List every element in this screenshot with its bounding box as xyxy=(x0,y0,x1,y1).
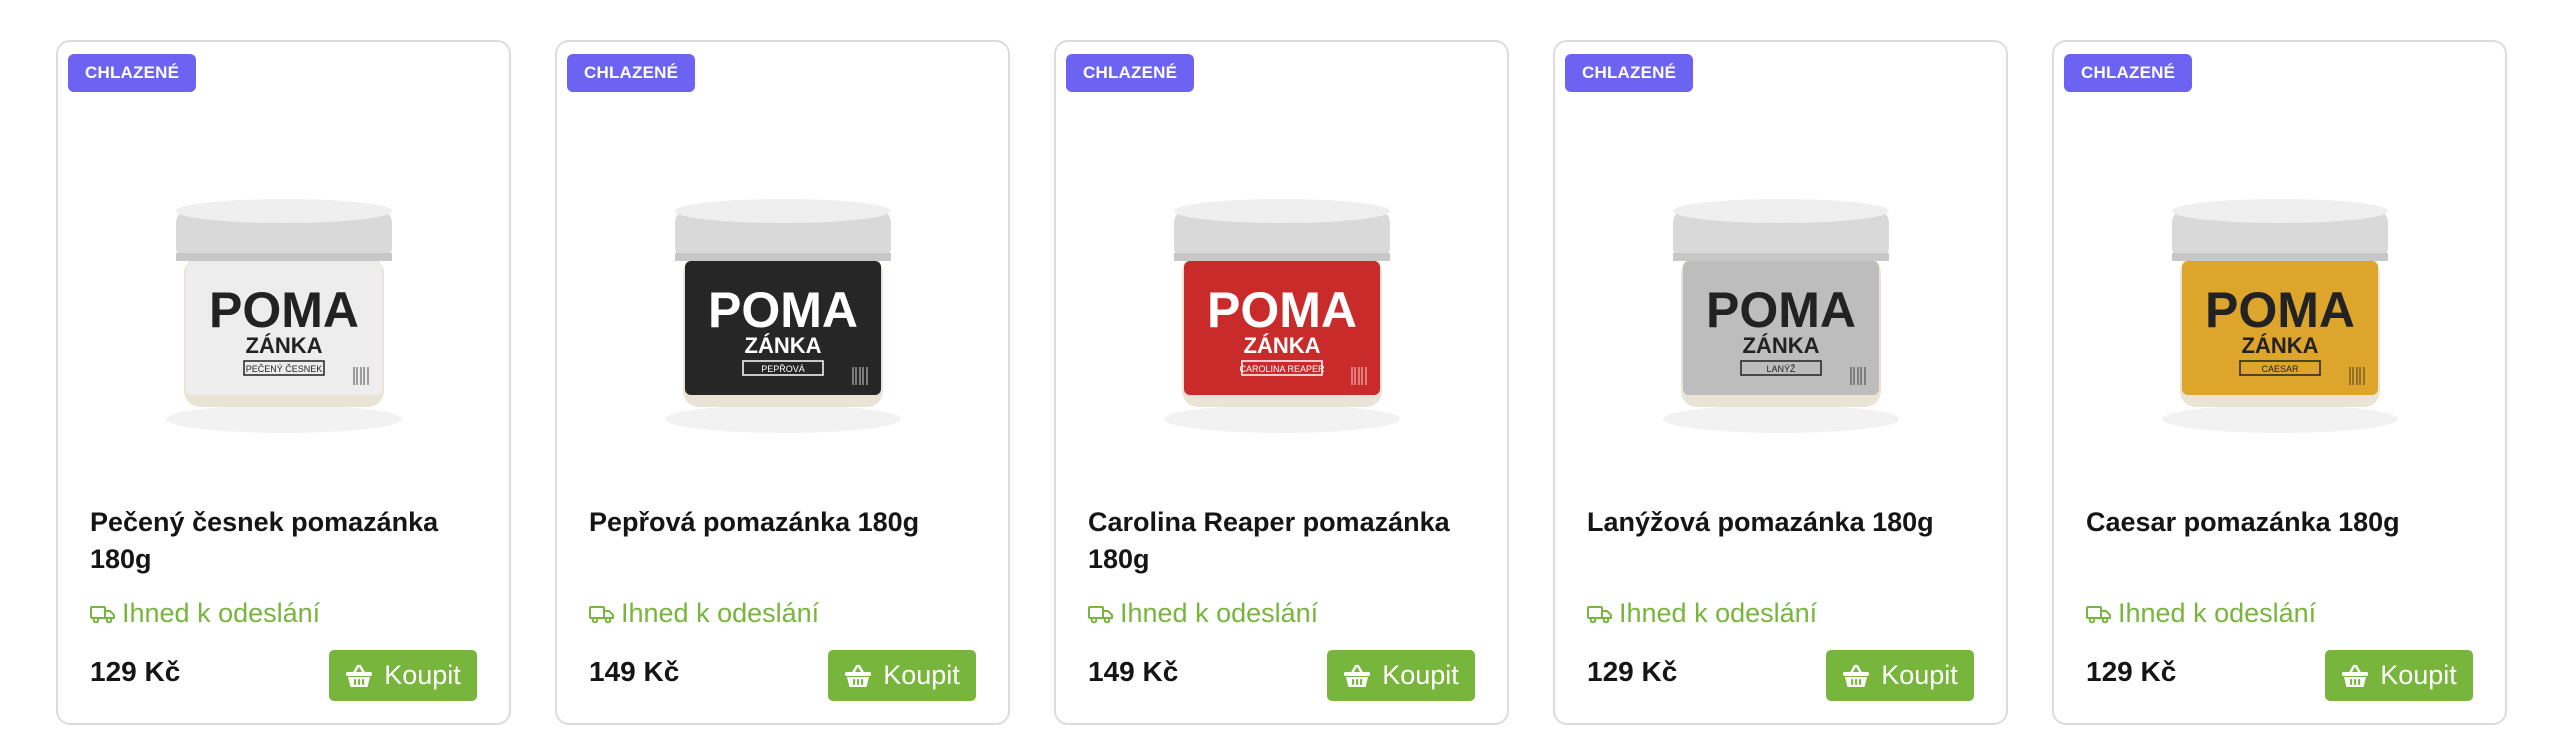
svg-text:ZÁNKA: ZÁNKA xyxy=(744,333,821,358)
svg-text:POMA: POMA xyxy=(2205,282,2355,338)
svg-text:CAESAR: CAESAR xyxy=(2261,364,2299,374)
availability-status: Ihned k odeslání xyxy=(90,598,320,629)
buy-button[interactable]: Koupit xyxy=(2325,650,2473,701)
product-price: 129 Kč xyxy=(1587,656,1678,687)
product-grid: CHLAZENÉ POMA ZÁNKA PEČENÝ ČESNEK Pečený č… xyxy=(56,40,2507,725)
truck-icon xyxy=(589,604,615,624)
jar-image: POMAZÁNKA PEPŘOVÁ xyxy=(664,199,901,433)
availability-status: Ihned k odeslání xyxy=(1088,598,1318,629)
buy-button-label: Koupit xyxy=(883,660,960,690)
product-price: 149 Kč xyxy=(589,656,680,687)
availability-label: Ihned k odeslání xyxy=(2118,598,2317,628)
svg-text:POMA: POMA xyxy=(1706,282,1856,338)
basket-icon xyxy=(1842,664,1870,688)
svg-text:ZÁNKA: ZÁNKA xyxy=(245,333,322,358)
product-image[interactable]: POMA ZÁNKA CAESAR xyxy=(2054,102,2505,492)
svg-text:POMA: POMA xyxy=(209,282,359,338)
product-image[interactable]: POMA ZÁNKA PEČENÝ ČESNEK xyxy=(58,102,509,492)
product-title[interactable]: Pečený česnek pomazánka 180g xyxy=(90,504,479,578)
svg-text:ZÁNKA: ZÁNKA xyxy=(1243,333,1320,358)
buy-button-label: Koupit xyxy=(384,660,461,690)
jar-image: POMAZÁNKA CAROLINA REAPER xyxy=(1163,199,1400,433)
product-price: 129 Kč xyxy=(90,656,181,687)
truck-icon xyxy=(2086,604,2112,624)
product-title[interactable]: Caesar pomazánka 180g xyxy=(2086,504,2475,541)
buy-button-label: Koupit xyxy=(1881,660,1958,690)
svg-text:ZÁNKA: ZÁNKA xyxy=(1742,333,1819,358)
chilled-badge: CHLAZENÉ xyxy=(2064,54,2193,92)
availability-label: Ihned k odeslání xyxy=(1619,598,1818,628)
product-image[interactable]: POMA ZÁNKA PEPŘOVÁ xyxy=(557,102,1008,492)
basket-icon xyxy=(345,664,373,688)
product-card[interactable]: CHLAZENÉ POMA ZÁNKA LANÝŽ Lanýžová pomazán… xyxy=(1553,40,2008,725)
svg-text:LANÝŽ: LANÝŽ xyxy=(1766,364,1796,374)
product-price: 129 Kč xyxy=(2086,656,2177,687)
truck-icon xyxy=(1587,604,1613,624)
product-card[interactable]: CHLAZENÉ POMA ZÁNKA PEČENÝ ČESNEK Pečený č… xyxy=(56,40,511,725)
product-image[interactable]: POMA ZÁNKA CAROLINA REAPER xyxy=(1056,102,1507,492)
chilled-badge: CHLAZENÉ xyxy=(1565,54,1694,92)
availability-label: Ihned k odeslání xyxy=(1120,598,1319,628)
chilled-badge: CHLAZENÉ xyxy=(68,54,197,92)
svg-text:CAROLINA REAPER: CAROLINA REAPER xyxy=(1239,364,1325,374)
product-image[interactable]: POMA ZÁNKA LANÝŽ xyxy=(1555,102,2006,492)
svg-text:ZÁNKA: ZÁNKA xyxy=(2241,333,2318,358)
chilled-badge: CHLAZENÉ xyxy=(1066,54,1195,92)
buy-button[interactable]: Koupit xyxy=(1327,650,1475,701)
jar-image: POMAZÁNKA PEČENÝ ČESNEK xyxy=(165,199,402,433)
availability-status: Ihned k odeslání xyxy=(2086,598,2316,629)
jar-image: POMAZÁNKA CAESAR xyxy=(2161,199,2398,433)
buy-button[interactable]: Koupit xyxy=(329,650,477,701)
truck-icon xyxy=(90,604,116,624)
buy-button-label: Koupit xyxy=(1382,660,1459,690)
basket-icon xyxy=(2341,664,2369,688)
buy-button[interactable]: Koupit xyxy=(828,650,976,701)
basket-icon xyxy=(844,664,872,688)
product-card[interactable]: CHLAZENÉ POMA ZÁNKA CAROLINA REAPER Caroli… xyxy=(1054,40,1509,725)
product-title[interactable]: Pepřová pomazánka 180g xyxy=(589,504,978,541)
svg-text:PEPŘOVÁ: PEPŘOVÁ xyxy=(761,364,805,374)
buy-button[interactable]: Koupit xyxy=(1826,650,1974,701)
availability-label: Ihned k odeslání xyxy=(621,598,820,628)
product-title[interactable]: Lanýžová pomazánka 180g xyxy=(1587,504,1976,541)
svg-text:POMA: POMA xyxy=(1207,282,1357,338)
product-card[interactable]: CHLAZENÉ POMA ZÁNKA CAESAR Caesar pomazánk… xyxy=(2052,40,2507,725)
product-title[interactable]: Carolina Reaper pomazánka 180g xyxy=(1088,504,1477,578)
chilled-badge: CHLAZENÉ xyxy=(567,54,696,92)
basket-icon xyxy=(1343,664,1371,688)
product-card[interactable]: CHLAZENÉ POMA ZÁNKA PEPŘOVÁ Pepřová pomazá… xyxy=(555,40,1010,725)
availability-status: Ihned k odeslání xyxy=(1587,598,1817,629)
buy-button-label: Koupit xyxy=(2380,660,2457,690)
availability-label: Ihned k odeslání xyxy=(122,598,321,628)
jar-image: POMAZÁNKA LANÝŽ xyxy=(1662,199,1899,433)
product-price: 149 Kč xyxy=(1088,656,1179,687)
svg-text:POMA: POMA xyxy=(708,282,858,338)
availability-status: Ihned k odeslání xyxy=(589,598,819,629)
truck-icon xyxy=(1088,604,1114,624)
svg-text:PEČENÝ ČESNEK: PEČENÝ ČESNEK xyxy=(245,364,322,374)
